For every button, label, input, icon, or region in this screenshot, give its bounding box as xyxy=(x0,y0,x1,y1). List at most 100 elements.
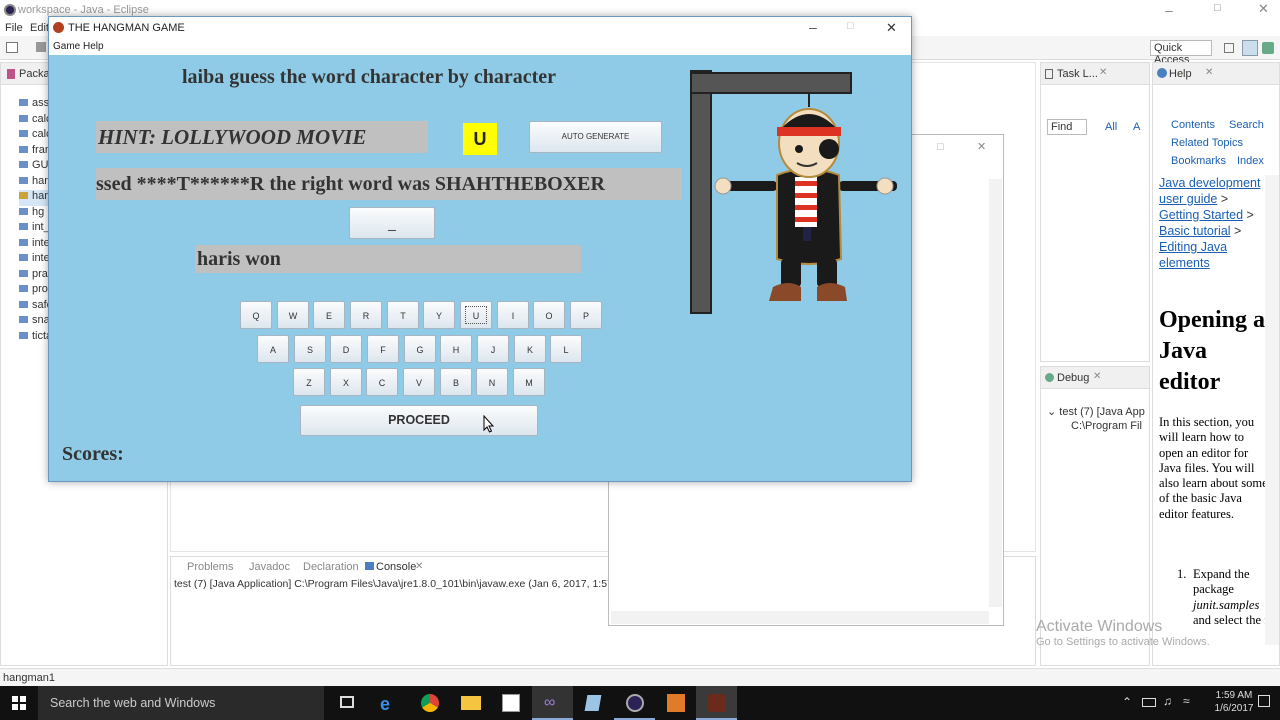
quick-access-input[interactable]: Quick Access xyxy=(1150,40,1212,66)
task-find-input[interactable]: Find xyxy=(1047,119,1087,135)
help-contents-link[interactable]: Contents xyxy=(1171,119,1215,131)
eclipse-taskbar-icon[interactable] xyxy=(614,686,655,720)
help-index-link[interactable]: Index xyxy=(1237,155,1264,167)
menu-help[interactable]: Help xyxy=(83,41,104,52)
java-app-taskbar-icon[interactable] xyxy=(696,686,737,720)
key-m[interactable]: M xyxy=(513,368,545,396)
key-d[interactable]: D xyxy=(330,335,362,363)
task-list-close-icon[interactable]: ✕ xyxy=(1099,67,1107,78)
visual-studio-icon[interactable]: ∞ xyxy=(532,686,573,720)
taskbar-clock[interactable]: 1:59 AM 1/6/2017 xyxy=(1214,689,1254,715)
result-label: ssed ****T******R the right word was SHA… xyxy=(96,168,682,200)
key-j[interactable]: J xyxy=(477,335,509,363)
wifi-icon[interactable]: ≈ xyxy=(1183,694,1190,708)
help-tab[interactable]: Help xyxy=(1169,68,1192,80)
key-l[interactable]: L xyxy=(550,335,582,363)
key-f[interactable]: F xyxy=(367,335,399,363)
menu-game[interactable]: Game xyxy=(53,41,80,52)
debug-close-icon[interactable]: ✕ xyxy=(1093,371,1101,382)
key-b[interactable]: B xyxy=(440,368,472,396)
help-tabbar: Help ✕ xyxy=(1153,63,1279,85)
scores-label: Scores: xyxy=(62,443,124,465)
proceed-button[interactable]: PROCEED xyxy=(300,405,538,436)
key-c[interactable]: C xyxy=(366,368,398,396)
debug-tab[interactable]: Debug xyxy=(1057,372,1089,384)
project-folder-icon xyxy=(19,161,28,168)
key-r[interactable]: R xyxy=(350,301,382,329)
dialog-hscroll[interactable] xyxy=(611,611,989,624)
chevron-up-icon[interactable]: ⌃ xyxy=(1122,695,1132,709)
perspective-icon[interactable] xyxy=(1224,43,1234,53)
battery-icon[interactable] xyxy=(1142,698,1156,707)
key-s[interactable]: S xyxy=(294,335,326,363)
help-close-icon[interactable]: ✕ xyxy=(1205,67,1213,78)
app-icon-orange[interactable] xyxy=(655,686,696,720)
key-v[interactable]: V xyxy=(403,368,435,396)
breadcrumb-getting-started[interactable]: Getting Started xyxy=(1159,208,1243,222)
key-n[interactable]: N xyxy=(476,368,508,396)
java-perspective-icon[interactable] xyxy=(1242,40,1258,56)
key-k[interactable]: K xyxy=(514,335,546,363)
notifications-icon[interactable] xyxy=(1258,695,1270,707)
blank-guess-button[interactable]: _ xyxy=(349,207,435,239)
project-folder-icon xyxy=(19,192,28,199)
key-a[interactable]: A xyxy=(257,335,289,363)
new-file-icon[interactable] xyxy=(6,42,18,53)
eclipse-close-button[interactable]: ✕ xyxy=(1258,1,1269,17)
key-q[interactable]: Q xyxy=(240,301,272,329)
key-u[interactable]: U xyxy=(460,301,492,329)
javadoc-tab[interactable]: Javadoc xyxy=(249,561,290,573)
clock-time: 1:59 AM xyxy=(1215,690,1253,701)
store-icon[interactable] xyxy=(491,686,532,720)
help-bookmarks-link[interactable]: Bookmarks xyxy=(1171,155,1226,167)
hangman-minimize-button[interactable]: – xyxy=(809,19,817,35)
task-list-tab[interactable]: Task L... xyxy=(1057,68,1098,80)
key-o[interactable]: O xyxy=(533,301,565,329)
breadcrumb-editing-java[interactable]: Editing Java elements xyxy=(1159,240,1227,270)
help-scrollbar[interactable] xyxy=(1265,175,1279,645)
key-z[interactable]: Z xyxy=(293,368,325,396)
key-i[interactable]: I xyxy=(497,301,529,329)
taskbar-search-box[interactable]: Search the web and Windows xyxy=(38,686,324,720)
eclipse-minimize-button[interactable]: – xyxy=(1165,2,1173,18)
eclipse-maximize-button[interactable]: □ xyxy=(1214,2,1221,14)
dialog-vscroll[interactable] xyxy=(989,179,1002,607)
help-related-link[interactable]: Related Topics xyxy=(1171,137,1243,149)
problems-tab[interactable]: Problems xyxy=(187,561,233,573)
dialog-close-button[interactable]: ✕ xyxy=(977,140,986,153)
declaration-tab[interactable]: Declaration xyxy=(303,561,359,573)
key-y[interactable]: Y xyxy=(423,301,455,329)
hangman-maximize-button[interactable]: □ xyxy=(847,20,854,32)
task-filter-all[interactable]: All xyxy=(1105,121,1117,133)
debug-perspective-icon[interactable] xyxy=(1262,42,1274,54)
breadcrumb-basic-tutorial[interactable]: Basic tutorial xyxy=(1159,224,1231,238)
chrome-icon[interactable] xyxy=(409,686,450,720)
save-icon[interactable] xyxy=(36,42,46,52)
menu-edit[interactable]: Edit xyxy=(30,22,49,34)
speaker-icon[interactable]: ♫ xyxy=(1163,694,1172,708)
console-close-icon[interactable]: ✕ xyxy=(415,561,423,572)
edge-icon[interactable]: e xyxy=(368,686,409,720)
auto-generate-button[interactable]: AUTO GENERATE xyxy=(529,121,662,153)
file-explorer-icon[interactable] xyxy=(450,686,491,720)
debug-launch-item[interactable]: ⌄ test (7) [Java App xyxy=(1047,405,1147,418)
key-w[interactable]: W xyxy=(277,301,309,329)
task-filter-a[interactable]: A xyxy=(1133,121,1140,133)
hangman-close-button[interactable]: ✕ xyxy=(886,20,897,36)
key-e[interactable]: E xyxy=(313,301,345,329)
debug-process-item[interactable]: C:\Program Fil xyxy=(1071,420,1149,432)
key-x[interactable]: X xyxy=(330,368,362,396)
app-icon-blue[interactable] xyxy=(573,686,614,720)
start-button[interactable] xyxy=(0,686,38,720)
breadcrumb-user-guide[interactable]: Java development user guide xyxy=(1159,176,1260,206)
help-search-link[interactable]: Search xyxy=(1229,119,1264,131)
key-h[interactable]: H xyxy=(440,335,472,363)
key-p[interactable]: P xyxy=(570,301,602,329)
key-t[interactable]: T xyxy=(387,301,419,329)
console-tab[interactable]: Console xyxy=(376,561,416,573)
key-g[interactable]: G xyxy=(404,335,436,363)
dialog-maximize-button[interactable]: □ xyxy=(937,141,944,153)
project-folder-icon xyxy=(19,269,28,277)
task-view-icon[interactable] xyxy=(327,686,368,720)
menu-file[interactable]: File xyxy=(5,22,23,34)
